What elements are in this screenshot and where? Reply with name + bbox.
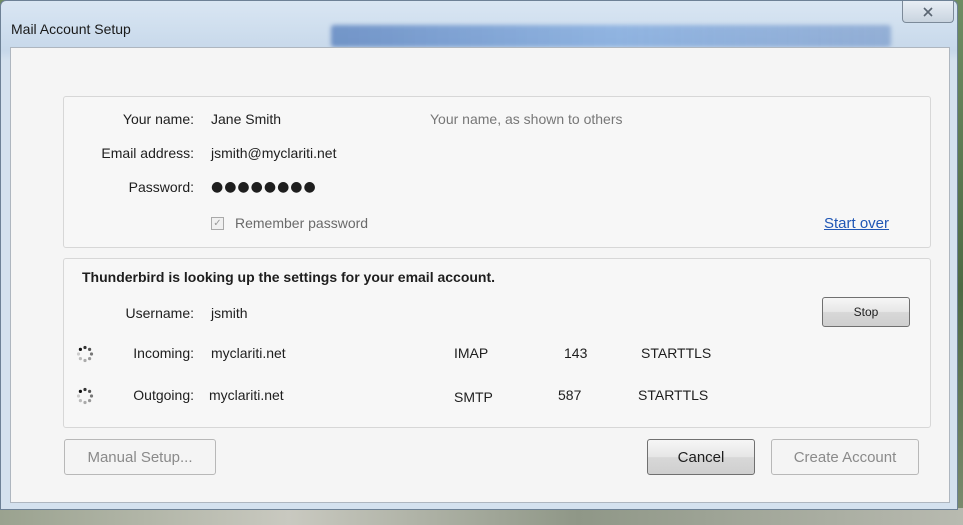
outgoing-port: 587 [558,387,582,403]
manual-setup-button[interactable]: Manual Setup... [64,439,216,475]
dialog-content: Your name: Jane Smith Your name, as show… [10,47,950,503]
title-bar[interactable]: Mail Account Setup [1,1,957,47]
password-label: Password: [128,179,194,195]
incoming-protocol: IMAP [454,345,489,361]
lookup-group: Thunderbird is looking up the settings f… [63,258,931,428]
remember-password-checkbox[interactable]: ✓ [211,217,224,230]
name-field[interactable]: Jane Smith [211,111,411,127]
name-hint: Your name, as shown to others [430,111,623,127]
create-account-button[interactable]: Create Account [771,439,919,475]
taskbar-blur [0,508,963,525]
close-button[interactable] [902,1,954,23]
incoming-label: Incoming: [133,345,194,361]
checkmark-icon: ✓ [213,217,222,229]
outgoing-security: STARTTLS [638,387,709,403]
incoming-security: STARTTLS [641,345,712,361]
identity-group: Your name: Jane Smith Your name, as show… [63,96,931,248]
start-over-link[interactable]: Start over [824,215,889,232]
incoming-port: 143 [564,345,588,361]
stop-button[interactable]: Stop [822,297,910,327]
background-window-title [331,25,891,47]
outgoing-server: myclariti.net [209,387,284,403]
username-label: Username: [125,305,194,321]
outgoing-protocol: SMTP [454,389,493,405]
cancel-button[interactable]: Cancel [647,439,755,475]
outgoing-label: Outgoing: [133,387,194,403]
window-title: Mail Account Setup [11,21,131,37]
mail-account-setup-window: Mail Account Setup Your name: Jane Smith… [0,0,958,510]
username-field[interactable]: jsmith [211,305,248,321]
name-label: Your name: [122,111,194,127]
incoming-server: myclariti.net [211,345,286,361]
email-label: Email address: [101,145,194,161]
remember-password-label: Remember password [235,215,369,231]
close-icon [923,6,933,17]
password-field[interactable]: ●●●●●●●● [211,179,317,195]
email-field[interactable]: jsmith@myclariti.net [211,145,431,161]
lookup-status: Thunderbird is looking up the settings f… [82,269,496,285]
